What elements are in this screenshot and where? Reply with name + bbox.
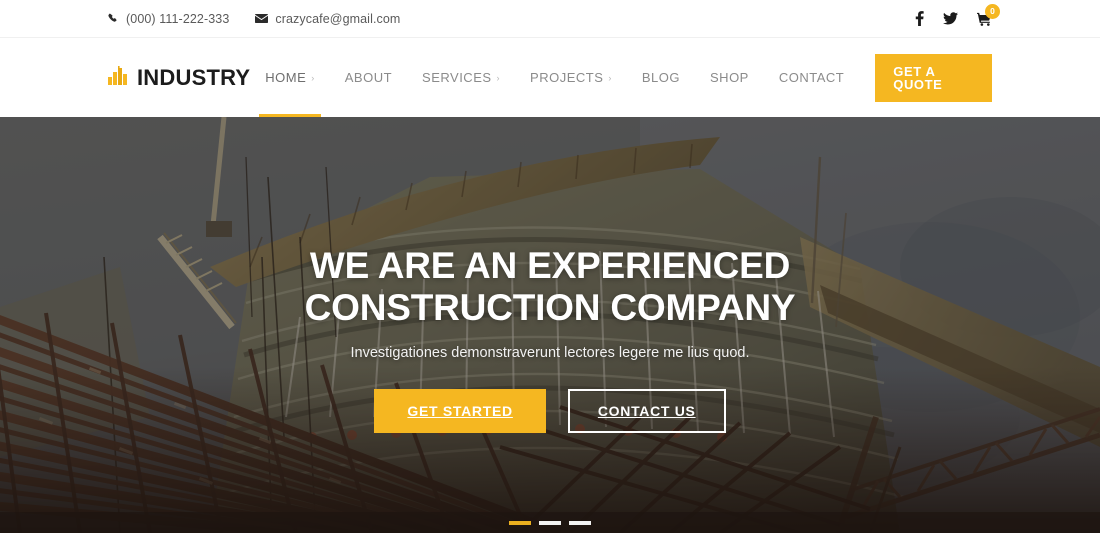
slider-pagination	[0, 521, 1100, 525]
nav-item-contact[interactable]: CONTACT	[764, 38, 859, 117]
slider-dot-1[interactable]	[509, 521, 531, 525]
cart-link[interactable]: 0	[977, 3, 1000, 26]
nav-label-home: HOME	[265, 70, 307, 85]
phone-link[interactable]: (000) 111-222-333	[108, 12, 229, 26]
twitter-icon[interactable]	[943, 12, 958, 25]
facebook-icon[interactable]	[915, 11, 924, 26]
slider-dot-3[interactable]	[569, 521, 591, 525]
brand-logo-link[interactable]: INDUSTRY	[108, 65, 250, 91]
slider-dot-2[interactable]	[539, 521, 561, 525]
hero-slider: WE ARE AN EXPERIENCED CONSTRUCTION COMPA…	[0, 117, 1100, 533]
cart-count-badge: 0	[985, 3, 1000, 19]
email-link[interactable]: crazycafe@gmail.com	[255, 12, 400, 26]
phone-icon	[108, 13, 119, 24]
main-navigation: HOME › ABOUT SERVICES › PROJECTS › BLOG …	[250, 38, 992, 118]
hero-subtitle: Investigationes demonstraverunt lectores…	[350, 345, 750, 362]
site-header: INDUSTRY HOME › ABOUT SERVICES › PROJECT…	[0, 38, 1100, 118]
hero-title-line-2: CONSTRUCTION COMPANY	[304, 287, 796, 329]
nav-label-about: ABOUT	[344, 70, 393, 85]
nav-label-contact: CONTACT	[778, 70, 845, 85]
page-root: (000) 111-222-333 crazycafe@gmail.com 0 …	[0, 0, 1100, 533]
brand-name: INDUSTRY	[137, 64, 251, 90]
phone-text: (000) 111-222-333	[126, 11, 230, 26]
nav-label-projects: PROJECTS	[530, 70, 604, 85]
hero-title: WE ARE AN EXPERIENCED CONSTRUCTION COMPA…	[305, 245, 796, 329]
top-bar-contact-group: (000) 111-222-333 crazycafe@gmail.com	[108, 12, 400, 26]
chevron-down-icon: ›	[496, 72, 501, 83]
hero-title-line-1: WE ARE AN EXPERIENCED	[309, 245, 791, 286]
hero-content: WE ARE AN EXPERIENCED CONSTRUCTION COMPA…	[0, 117, 1100, 533]
nav-item-blog[interactable]: BLOG	[627, 38, 695, 117]
envelope-icon	[255, 13, 269, 24]
get-started-button[interactable]: GET STARTED	[374, 389, 546, 434]
nav-label-shop: SHOP	[710, 70, 749, 85]
nav-item-about[interactable]: ABOUT	[330, 38, 407, 117]
top-bar: (000) 111-222-333 crazycafe@gmail.com 0	[0, 0, 1100, 38]
contact-us-button[interactable]: CONTACT US	[567, 389, 726, 434]
chevron-down-icon: ›	[608, 72, 612, 83]
hero-button-group: GET STARTED CONTACT US	[374, 389, 726, 434]
email-text: crazycafe@gmail.com	[275, 11, 401, 26]
nav-item-shop[interactable]: SHOP	[695, 38, 764, 117]
chevron-down-icon: ›	[311, 72, 315, 83]
nav-label-blog: BLOG	[641, 70, 681, 85]
nav-item-services[interactable]: SERVICES ›	[407, 38, 515, 117]
nav-item-home[interactable]: HOME ›	[250, 38, 330, 118]
top-bar-social-group: 0	[915, 3, 1000, 26]
nav-label-services: SERVICES	[422, 70, 492, 85]
get-a-quote-button[interactable]: GET A QUOTE	[875, 53, 992, 102]
building-bars-icon	[108, 65, 129, 90]
nav-item-projects[interactable]: PROJECTS ›	[515, 38, 627, 117]
